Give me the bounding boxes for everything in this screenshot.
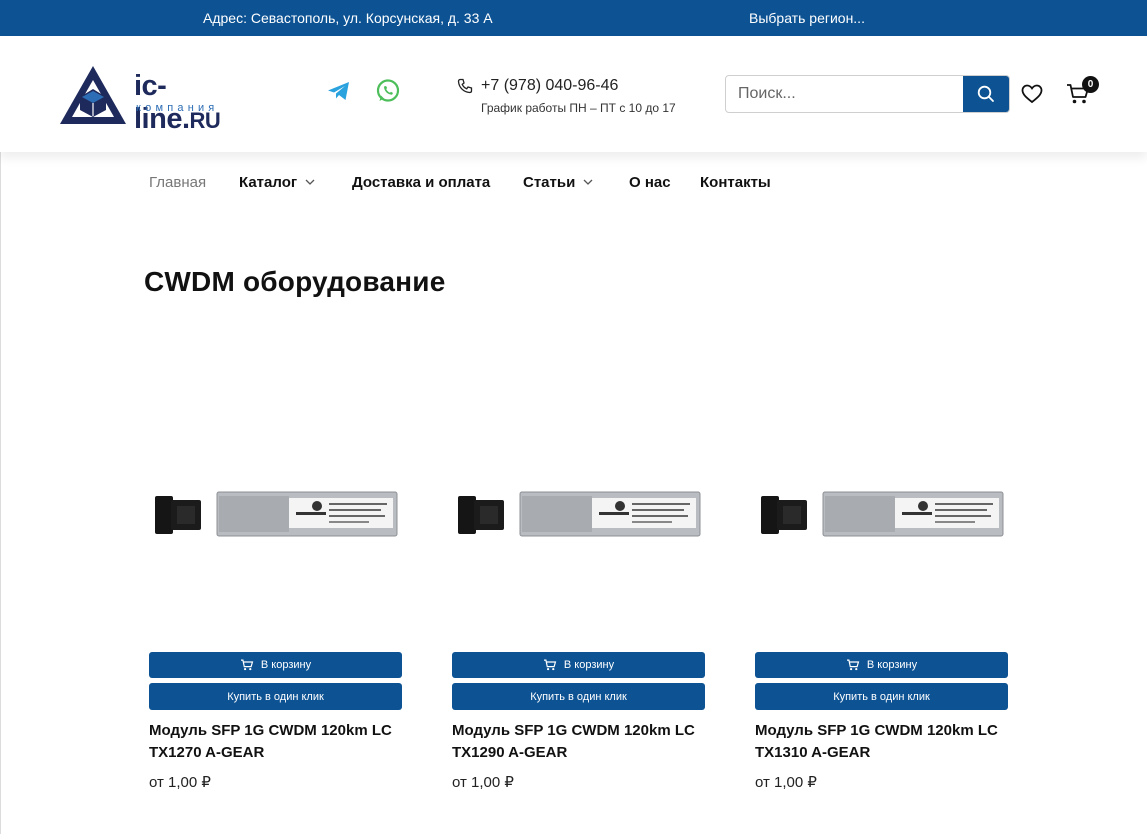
- search-button[interactable]: [963, 76, 1009, 112]
- cart-icon: [240, 659, 254, 671]
- product-card: В корзину Купить в один клик Модуль SFP …: [755, 440, 1008, 800]
- chevron-down-icon: [583, 179, 593, 185]
- product-name[interactable]: Модуль SFP 1G CWDM 120km LC TX1310 A-GEA…: [755, 720, 1015, 764]
- nav-item-catalog[interactable]: Каталог: [239, 174, 315, 191]
- product-name[interactable]: Модуль SFP 1G CWDM 120km LC TX1270 A-GEA…: [149, 720, 409, 764]
- site-header: ic-line.RU компания +7 (978) 040-96-46 Г…: [0, 36, 1147, 152]
- nav-item-articles[interactable]: Статьи: [523, 174, 593, 191]
- region-selector[interactable]: Выбрать регион...: [749, 10, 865, 26]
- add-to-cart-button[interactable]: В корзину: [755, 652, 1008, 678]
- product-price: от 1,00 ₽: [755, 774, 817, 791]
- product-card: В корзину Купить в один клик Модуль SFP …: [149, 440, 402, 800]
- heart-icon[interactable]: [1021, 84, 1043, 104]
- chevron-down-icon: [305, 179, 315, 185]
- search-input[interactable]: [726, 76, 964, 112]
- product-price: от 1,00 ₽: [149, 774, 211, 791]
- telegram-icon[interactable]: [326, 78, 352, 104]
- whatsapp-icon[interactable]: [375, 78, 401, 104]
- product-image[interactable]: [452, 440, 705, 590]
- phone-icon: [457, 78, 473, 94]
- cart-icon: [846, 659, 860, 671]
- add-to-cart-label: В корзину: [563, 659, 615, 671]
- add-to-cart-button[interactable]: В корзину: [149, 652, 402, 678]
- work-schedule: График работы ПН – ПТ с 10 до 17: [481, 101, 676, 115]
- top-bar: Адрес: Севастополь, ул. Корсунская, д. 3…: [0, 0, 1147, 36]
- cart-count-badge: 0: [1082, 76, 1099, 93]
- search-icon: [977, 85, 994, 102]
- product-price: от 1,00 ₽: [452, 774, 514, 791]
- address-text: Адрес: Севастополь, ул. Корсунская, д. 3…: [203, 10, 493, 26]
- nav-item-delivery[interactable]: Доставка и оплата: [352, 174, 490, 191]
- add-to-cart-button[interactable]: В корзину: [452, 652, 705, 678]
- product-image[interactable]: [755, 440, 1008, 590]
- buy-one-click-button[interactable]: Купить в один клик: [755, 683, 1008, 710]
- cart-icon: [543, 659, 557, 671]
- nav-item-about[interactable]: О нас: [629, 174, 671, 191]
- product-card: В корзину Купить в один клик Модуль SFP …: [452, 440, 705, 800]
- phone-number[interactable]: +7 (978) 040-96-46: [481, 77, 618, 95]
- nav-item-contacts[interactable]: Контакты: [700, 174, 771, 191]
- product-image[interactable]: [149, 440, 402, 590]
- logo-triangle-icon: [60, 66, 126, 124]
- add-to-cart-label: В корзину: [260, 659, 312, 671]
- main-nav: Главная Каталог Доставка и оплата Статьи…: [0, 152, 1147, 212]
- product-name[interactable]: Модуль SFP 1G CWDM 120km LC TX1290 A-GEA…: [452, 720, 712, 764]
- nav-item-label: Статьи: [523, 174, 576, 191]
- buy-one-click-button[interactable]: Купить в один клик: [149, 683, 402, 710]
- page-title: CWDM оборудование: [144, 266, 446, 297]
- search-box: [725, 75, 1010, 113]
- nav-item-label: Каталог: [239, 174, 298, 191]
- nav-item-home[interactable]: Главная: [149, 174, 206, 191]
- add-to-cart-label: В корзину: [866, 659, 918, 671]
- logo-subtitle: компания: [136, 102, 219, 114]
- buy-one-click-button[interactable]: Купить в один клик: [452, 683, 705, 710]
- logo[interactable]: ic-line.RU компания: [58, 64, 248, 135]
